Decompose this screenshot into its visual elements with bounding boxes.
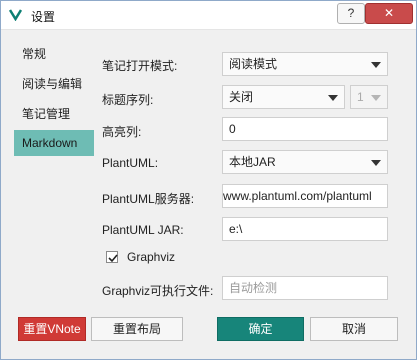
- vnote-logo-icon: [8, 8, 23, 22]
- settings-sidebar: 常规 阅读与编辑 笔记管理 Markdown: [14, 40, 94, 310]
- help-button[interactable]: ?: [337, 3, 365, 24]
- reset-vnote-button[interactable]: 重置VNote: [18, 317, 86, 341]
- plantuml-select[interactable]: 本地JAR: [222, 150, 388, 174]
- sidebar-item-read-edit[interactable]: 阅读与编辑: [14, 72, 94, 96]
- ok-button[interactable]: 确定: [217, 317, 304, 341]
- sidebar-item-note-management[interactable]: 笔记管理: [14, 102, 94, 126]
- highlight-column-label: 高亮列:: [102, 125, 142, 139]
- graphviz-checkbox[interactable]: [106, 251, 118, 263]
- heading-level-value: 1: [357, 90, 364, 104]
- graphviz-label[interactable]: Graphviz: [127, 250, 175, 264]
- open-mode-value: 阅读模式: [229, 57, 278, 71]
- chevron-down-icon: [328, 95, 338, 101]
- chevron-down-icon: [371, 95, 381, 101]
- plantuml-jar-input[interactable]: e:\: [222, 217, 388, 241]
- title-bar: 设置 ? ✕: [1, 1, 416, 30]
- graphviz-exe-input[interactable]: 自动检测: [222, 276, 388, 300]
- plantuml-jar-label: PlantUML JAR:: [102, 223, 184, 237]
- plantuml-label: PlantUML:: [102, 156, 159, 170]
- highlight-column-input[interactable]: 0: [222, 117, 388, 141]
- dialog-title: 设置: [31, 10, 56, 24]
- plantuml-server-label: PlantUML服务器:: [102, 192, 195, 206]
- heading-sequence-label: 标题序列:: [102, 93, 154, 107]
- plantuml-value: 本地JAR: [229, 155, 276, 169]
- close-button[interactable]: ✕: [365, 3, 413, 24]
- cancel-button[interactable]: 取消: [310, 317, 398, 341]
- reset-layout-button[interactable]: 重置布局: [91, 317, 183, 341]
- graphviz-exe-label: Graphviz可执行文件:: [102, 284, 214, 298]
- sidebar-item-markdown[interactable]: Markdown: [14, 130, 94, 156]
- check-icon: [108, 254, 118, 263]
- chevron-down-icon: [371, 160, 381, 166]
- open-mode-select[interactable]: 阅读模式: [222, 52, 388, 76]
- heading-level-select[interactable]: 1: [350, 85, 388, 109]
- plantuml-server-value: www.plantuml.com/plantuml: [223, 189, 372, 203]
- plantuml-server-input[interactable]: www.plantuml.com/plantuml: [222, 184, 388, 208]
- open-mode-label: 笔记打开模式:: [102, 59, 178, 73]
- heading-sequence-select[interactable]: 关闭: [222, 85, 345, 109]
- chevron-down-icon: [371, 62, 381, 68]
- sidebar-item-general[interactable]: 常规: [14, 42, 94, 66]
- heading-sequence-value: 关闭: [229, 90, 254, 104]
